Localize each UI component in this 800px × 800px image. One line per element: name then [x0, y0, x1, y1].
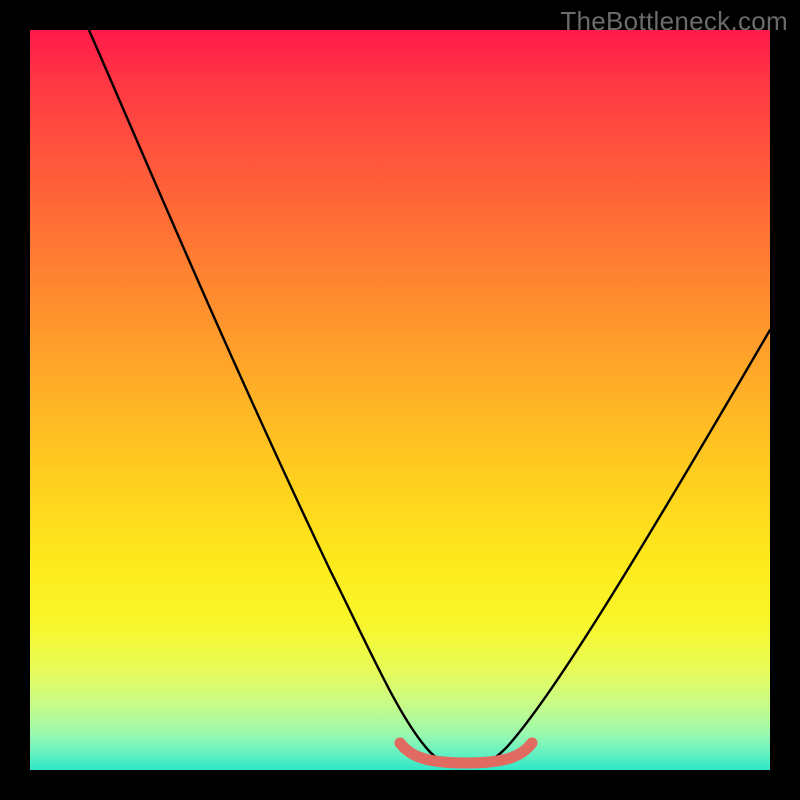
chart-frame: TheBottleneck.com: [0, 0, 800, 800]
optimal-band-path: [400, 743, 532, 763]
watermark-text: TheBottleneck.com: [560, 6, 788, 37]
bottleneck-curve-path: [89, 30, 770, 767]
chart-svg: [30, 30, 770, 770]
